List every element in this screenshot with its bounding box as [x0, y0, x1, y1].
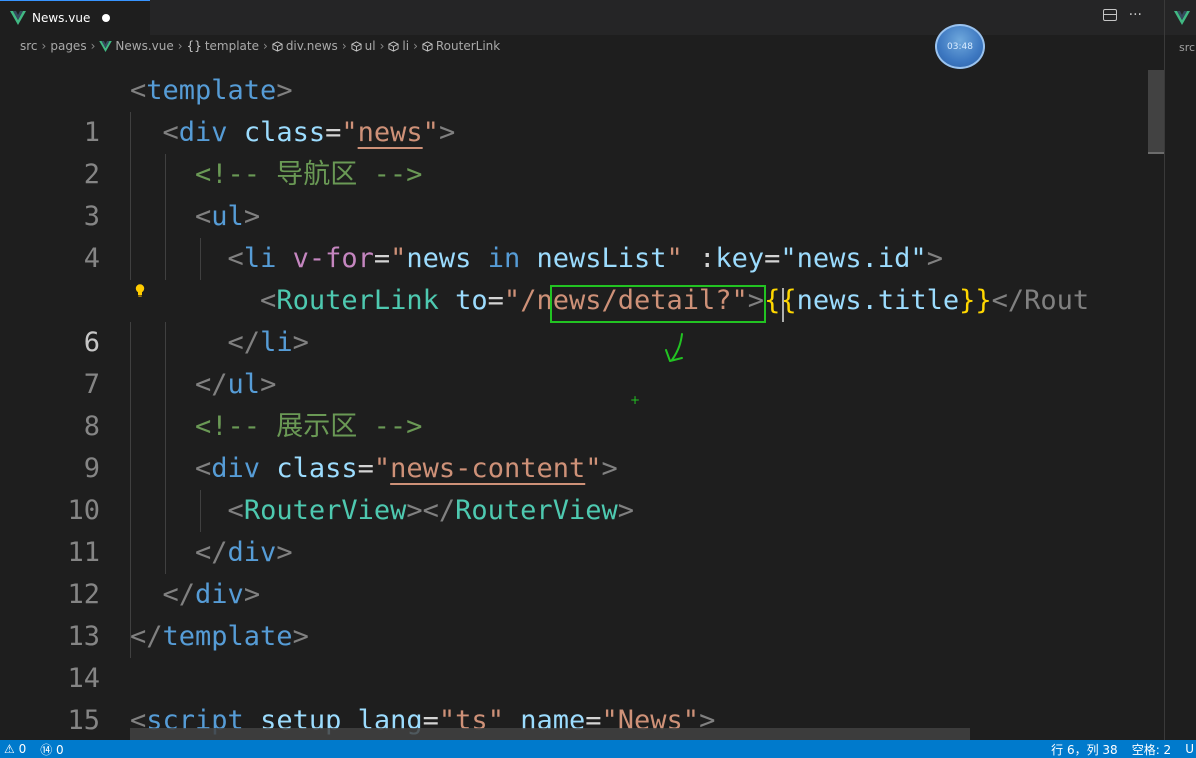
code-line: 13 </div>: [0, 574, 1164, 652]
indentation[interactable]: 空格: 2: [1132, 741, 1172, 758]
chevron-right-icon: ›: [341, 39, 347, 53]
vertical-scrollbar-thumb[interactable]: [1148, 70, 1164, 154]
annotation-highlight-box: [550, 285, 766, 323]
crosshair-icon: +: [630, 393, 641, 407]
breadcrumb-pages[interactable]: pages: [50, 39, 86, 53]
code-line: 15: [0, 658, 1164, 736]
breadcrumb-routerlink[interactable]: RouterLink: [436, 39, 500, 53]
more-actions-icon[interactable]: ···: [1129, 8, 1142, 22]
vue-icon: [99, 40, 113, 52]
tab-title: News.vue: [32, 11, 91, 25]
code-line: 4 <ul>: [0, 196, 1164, 274]
lightbulb-icon[interactable]: [134, 283, 146, 299]
tab-bar: News.vue ···: [0, 0, 1164, 35]
chevron-right-icon: ›: [177, 39, 183, 53]
element-icon: [388, 40, 399, 52]
code-line: 7 </li>: [0, 322, 1164, 400]
status-right: 行 6，列 38 空格: 2 U: [1051, 740, 1196, 758]
code-line: 10 <div class="news-content">: [0, 448, 1164, 526]
code-line: 2 <div class="news">: [0, 112, 1164, 190]
secondary-breadcrumb: src: [1179, 41, 1196, 54]
split-editor-icon[interactable]: [1102, 9, 1117, 21]
element-icon: [351, 40, 362, 52]
code-line: 5 <li v-for="news in newsList" :key="new…: [0, 238, 1164, 316]
comment: <!-- 展示区 -->: [195, 411, 423, 442]
breadcrumb-src[interactable]: src: [20, 39, 38, 53]
code-line: 1 <template>: [0, 70, 1164, 148]
breadcrumb-template[interactable]: template: [205, 39, 259, 53]
breadcrumb-li[interactable]: li: [402, 39, 409, 53]
code-line: 12 </div>: [0, 532, 1164, 610]
editor-actions: ···: [1102, 8, 1142, 22]
comment: <!-- 导航区 -->: [195, 159, 423, 190]
braces-icon: {}: [186, 39, 202, 53]
secondary-editor-pane: src: [1164, 0, 1196, 740]
element-icon: [422, 40, 433, 52]
unsaved-dot-icon[interactable]: [102, 14, 111, 22]
breadcrumb: src › pages › News.vue › {} template › d…: [0, 35, 1164, 57]
encoding[interactable]: U: [1185, 742, 1194, 756]
ports-count[interactable]: ⑭ 0: [40, 741, 63, 758]
problems-count[interactable]: ⚠ 0: [4, 742, 26, 756]
text-cursor: [782, 288, 784, 322]
timer-text: 03:48: [947, 41, 973, 52]
breadcrumb-file[interactable]: News.vue: [115, 39, 173, 53]
code-line: 8 </ul>: [0, 364, 1164, 442]
element-icon: [272, 40, 283, 52]
code-editor[interactable]: 1 <template> 2 <div class="news"> 3 <!--…: [0, 70, 1164, 740]
chevron-right-icon: ›: [90, 39, 96, 53]
code-line: 9 <!-- 展示区 -->: [0, 406, 1164, 484]
vue-icon: [10, 11, 26, 25]
annotation-arrow-icon: [665, 333, 683, 362]
secondary-tab[interactable]: [1165, 0, 1196, 35]
chevron-right-icon: ›: [413, 39, 418, 53]
chevron-right-icon: ›: [263, 39, 268, 53]
recording-timer: 03:48: [935, 24, 985, 69]
chevron-right-icon: ›: [379, 39, 385, 53]
status-bar: ⚠ 0 ⑭ 0 行 6，列 38 空格: 2 U: [0, 740, 1196, 758]
horizontal-scrollbar-thumb[interactable]: [130, 728, 970, 740]
chevron-right-icon: ›: [41, 39, 47, 53]
breadcrumb-ul[interactable]: ul: [365, 39, 376, 53]
code-line: 14 </template>: [0, 616, 1164, 694]
overview-ruler-marker: [1148, 152, 1164, 154]
vertical-scrollbar[interactable]: [1148, 70, 1164, 740]
breadcrumb-div-news[interactable]: div.news: [286, 39, 338, 53]
code-line: 11 <RouterView></RouterView>: [0, 490, 1164, 568]
code-line: 3 <!-- 导航区 -->: [0, 154, 1164, 232]
tab-news-vue[interactable]: News.vue: [0, 0, 150, 35]
cursor-position[interactable]: 行 6，列 38: [1051, 741, 1118, 758]
vue-icon: [1174, 10, 1190, 25]
